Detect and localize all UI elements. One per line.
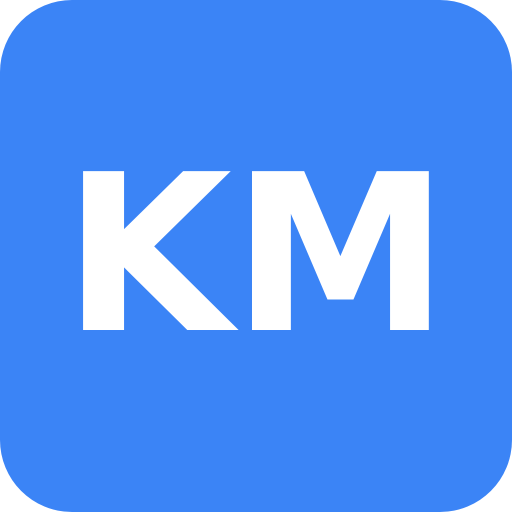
app-icon-monogram: KM [63,129,449,382]
app-icon-tile: KM [0,0,512,512]
